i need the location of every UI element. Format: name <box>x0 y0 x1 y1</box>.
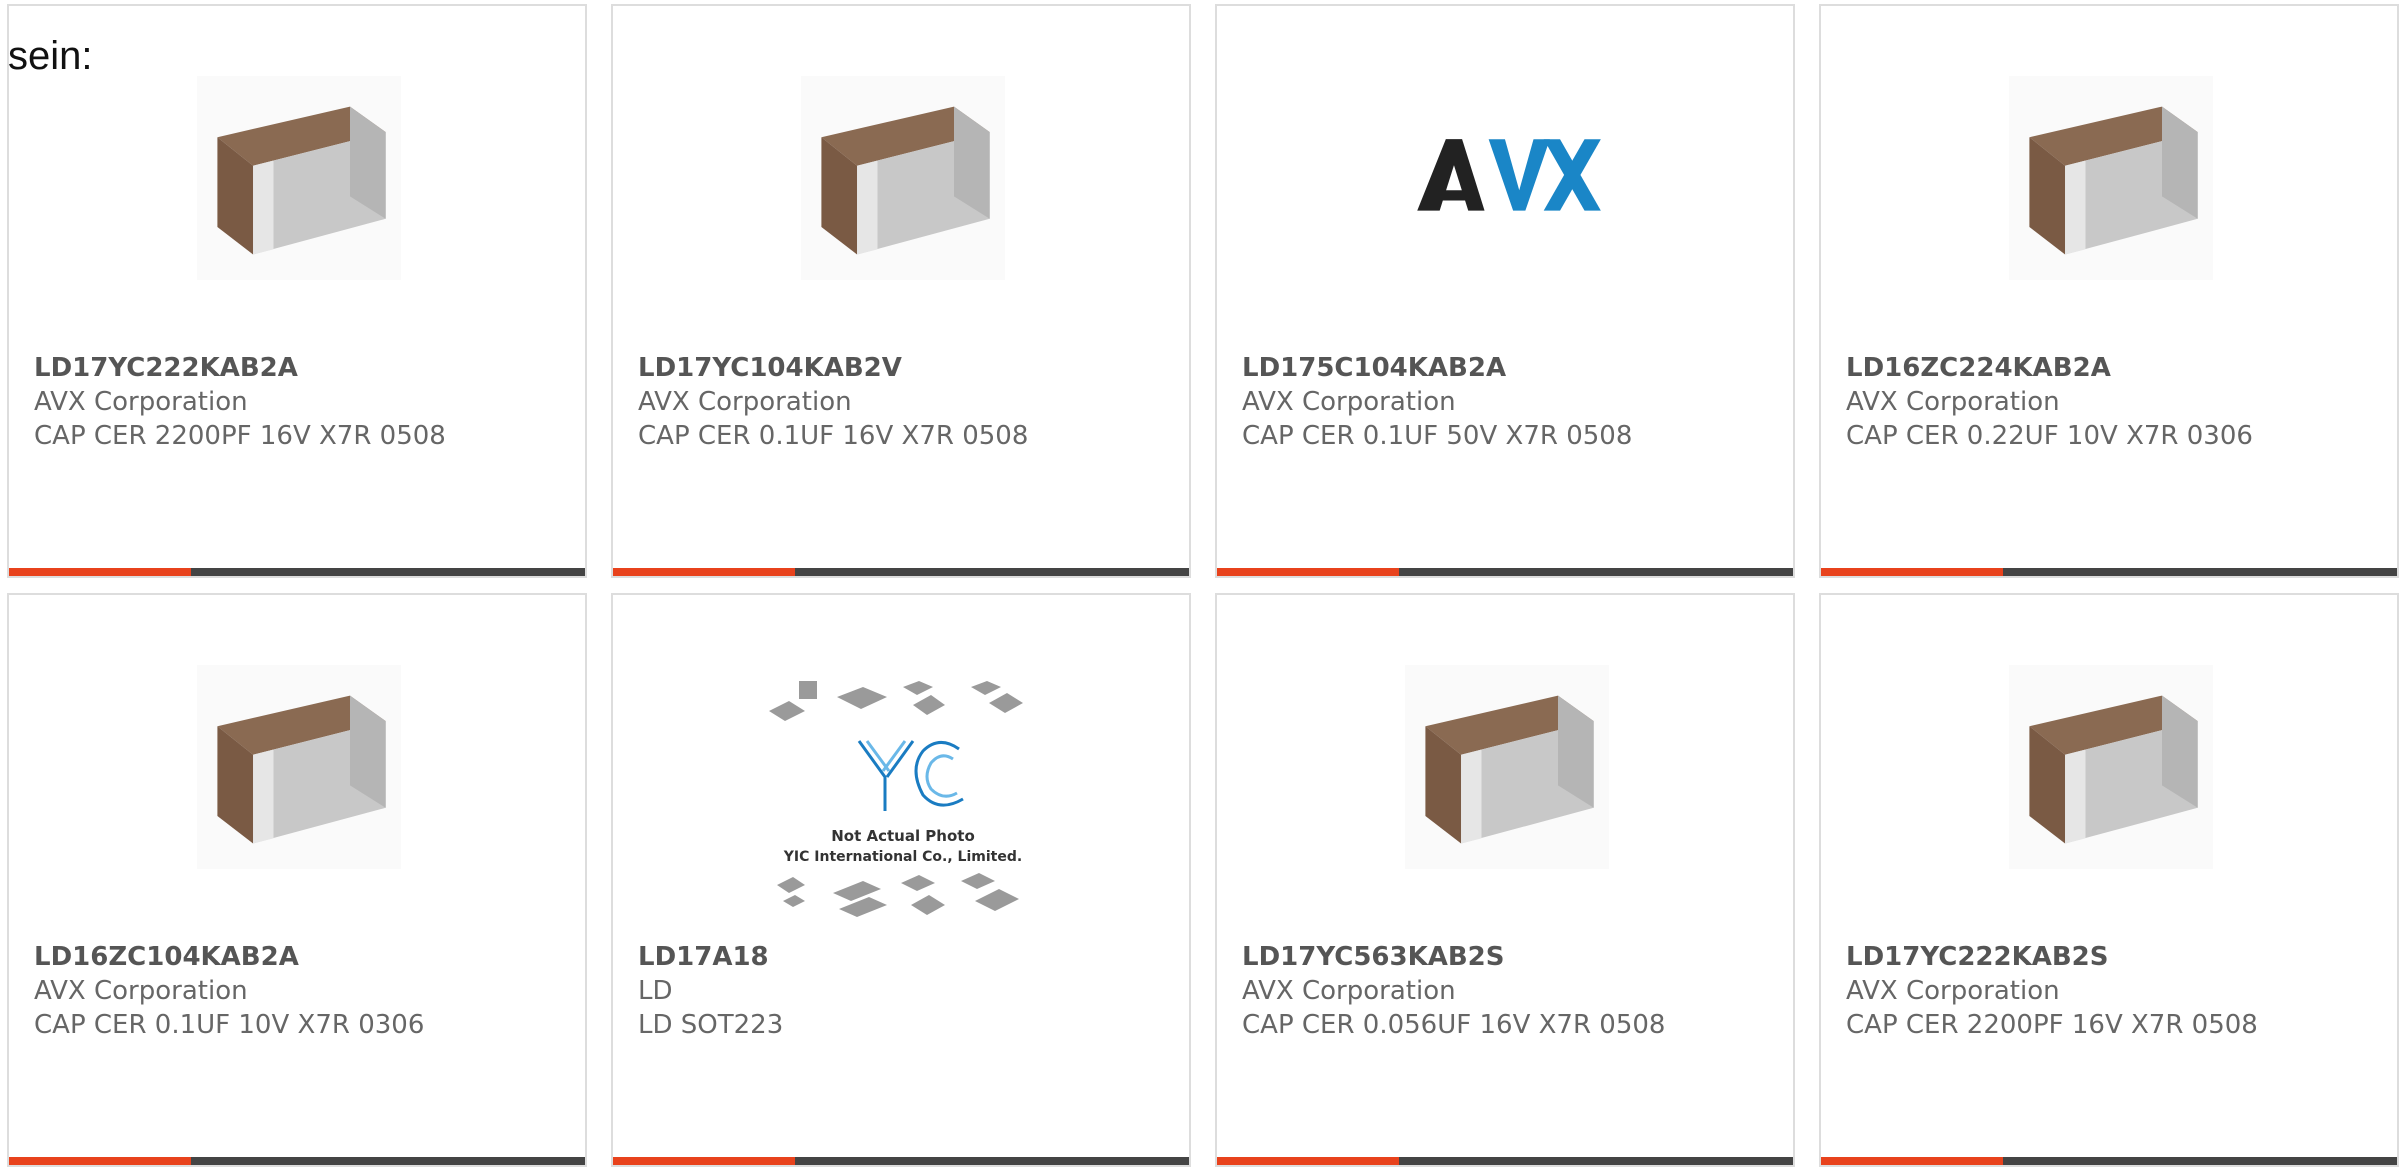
capacitor-chip-image[interactable] <box>197 665 401 869</box>
product-card[interactable]: LD17YC222KAB2A AVX Corporation CAP CER 2… <box>7 4 587 578</box>
description: LD SOT223 <box>638 1010 784 1040</box>
card-footer-bar <box>1821 568 2397 576</box>
capacitor-chip-image[interactable] <box>2009 665 2213 869</box>
part-number-link[interactable]: LD16ZC104KAB2A <box>34 940 571 974</box>
manufacturer: AVX Corporation <box>1242 387 1456 417</box>
product-card[interactable]: LD17YC563KAB2S AVX Corporation CAP CER 0… <box>1215 593 1795 1167</box>
card-accent <box>1821 568 2003 576</box>
capacitor-chip-icon <box>801 76 1005 280</box>
description: CAP CER 2200PF 16V X7R 0508 <box>1846 1010 2258 1040</box>
product-info: LD16ZC104KAB2A AVX Corporation CAP CER 0… <box>34 940 571 1042</box>
product-info: LD17YC104KAB2V AVX Corporation CAP CER 0… <box>638 351 1175 453</box>
card-accent <box>9 1157 191 1165</box>
avx-logo-icon <box>1405 76 1609 280</box>
intro-text: sein: <box>8 34 93 78</box>
manufacturer: AVX Corporation <box>34 387 248 417</box>
card-accent <box>9 568 191 576</box>
product-info: LD175C104KAB2A AVX Corporation CAP CER 0… <box>1242 351 1779 453</box>
yic-not-actual-photo[interactable]: Not Actual Photo YIC International Co., … <box>763 679 1043 929</box>
description: CAP CER 0.1UF 10V X7R 0306 <box>34 1010 425 1040</box>
product-info: LD17YC563KAB2S AVX Corporation CAP CER 0… <box>1242 940 1779 1042</box>
card-footer-bar <box>9 568 585 576</box>
card-footer-bar <box>9 1157 585 1165</box>
capacitor-chip-icon <box>197 665 401 869</box>
capacitor-chip-image[interactable] <box>197 76 401 280</box>
capacitor-chip-image[interactable] <box>2009 76 2213 280</box>
manufacturer: AVX Corporation <box>1846 976 2060 1006</box>
card-footer-bar <box>613 568 1189 576</box>
product-card[interactable]: LD17YC104KAB2V AVX Corporation CAP CER 0… <box>611 4 1191 578</box>
manufacturer: AVX Corporation <box>1242 976 1456 1006</box>
description: CAP CER 0.1UF 16V X7R 0508 <box>638 421 1029 451</box>
product-card[interactable]: Not Actual Photo YIC International Co., … <box>611 593 1191 1167</box>
manufacturer: AVX Corporation <box>34 976 248 1006</box>
card-accent <box>613 568 795 576</box>
product-card[interactable]: LD175C104KAB2A AVX Corporation CAP CER 0… <box>1215 4 1795 578</box>
card-footer-bar <box>1821 1157 2397 1165</box>
product-info: LD17A18 LD LD SOT223 <box>638 940 1175 1042</box>
capacitor-chip-image[interactable] <box>1405 665 1609 869</box>
part-number-link[interactable]: LD17A18 <box>638 940 1175 974</box>
manufacturer: AVX Corporation <box>638 387 852 417</box>
part-number-link[interactable]: LD175C104KAB2A <box>1242 351 1779 385</box>
product-info: LD16ZC224KAB2A AVX Corporation CAP CER 0… <box>1846 351 2383 453</box>
description: CAP CER 0.056UF 16V X7R 0508 <box>1242 1010 1666 1040</box>
card-footer-bar <box>1217 1157 1793 1165</box>
capacitor-chip-icon <box>2009 76 2213 280</box>
manufacturer: LD <box>638 976 673 1006</box>
avx-logo[interactable] <box>1405 76 1609 280</box>
card-footer-bar <box>613 1157 1189 1165</box>
part-number-link[interactable]: LD17YC104KAB2V <box>638 351 1175 385</box>
part-number-link[interactable]: LD17YC222KAB2S <box>1846 940 2383 974</box>
description: CAP CER 2200PF 16V X7R 0508 <box>34 421 446 451</box>
card-accent <box>1217 568 1399 576</box>
product-card[interactable]: LD17YC222KAB2S AVX Corporation CAP CER 2… <box>1819 593 2399 1167</box>
photo-note-line2: YIC International Co., Limited. <box>783 849 1022 865</box>
product-card[interactable]: LD16ZC104KAB2A AVX Corporation CAP CER 0… <box>7 593 587 1167</box>
capacitor-chip-icon <box>197 76 401 280</box>
product-info: LD17YC222KAB2S AVX Corporation CAP CER 2… <box>1846 940 2383 1042</box>
capacitor-chip-icon <box>2009 665 2213 869</box>
card-accent <box>613 1157 795 1165</box>
description: CAP CER 0.1UF 50V X7R 0508 <box>1242 421 1633 451</box>
part-number-link[interactable]: LD17YC563KAB2S <box>1242 940 1779 974</box>
capacitor-chip-icon <box>1405 665 1609 869</box>
yic-placeholder-icon: Not Actual Photo YIC International Co., … <box>763 679 1043 929</box>
photo-note-line1: Not Actual Photo <box>831 827 975 845</box>
product-card[interactable]: LD16ZC224KAB2A AVX Corporation CAP CER 0… <box>1819 4 2399 578</box>
product-info: LD17YC222KAB2A AVX Corporation CAP CER 2… <box>34 351 571 453</box>
capacitor-chip-image[interactable] <box>801 76 1005 280</box>
part-number-link[interactable]: LD16ZC224KAB2A <box>1846 351 2383 385</box>
description: CAP CER 0.22UF 10V X7R 0306 <box>1846 421 2253 451</box>
manufacturer: AVX Corporation <box>1846 387 2060 417</box>
card-footer-bar <box>1217 568 1793 576</box>
part-number-link[interactable]: LD17YC222KAB2A <box>34 351 571 385</box>
card-accent <box>1821 1157 2003 1165</box>
card-accent <box>1217 1157 1399 1165</box>
product-grid: LD17YC222KAB2A AVX Corporation CAP CER 2… <box>7 4 2399 1167</box>
